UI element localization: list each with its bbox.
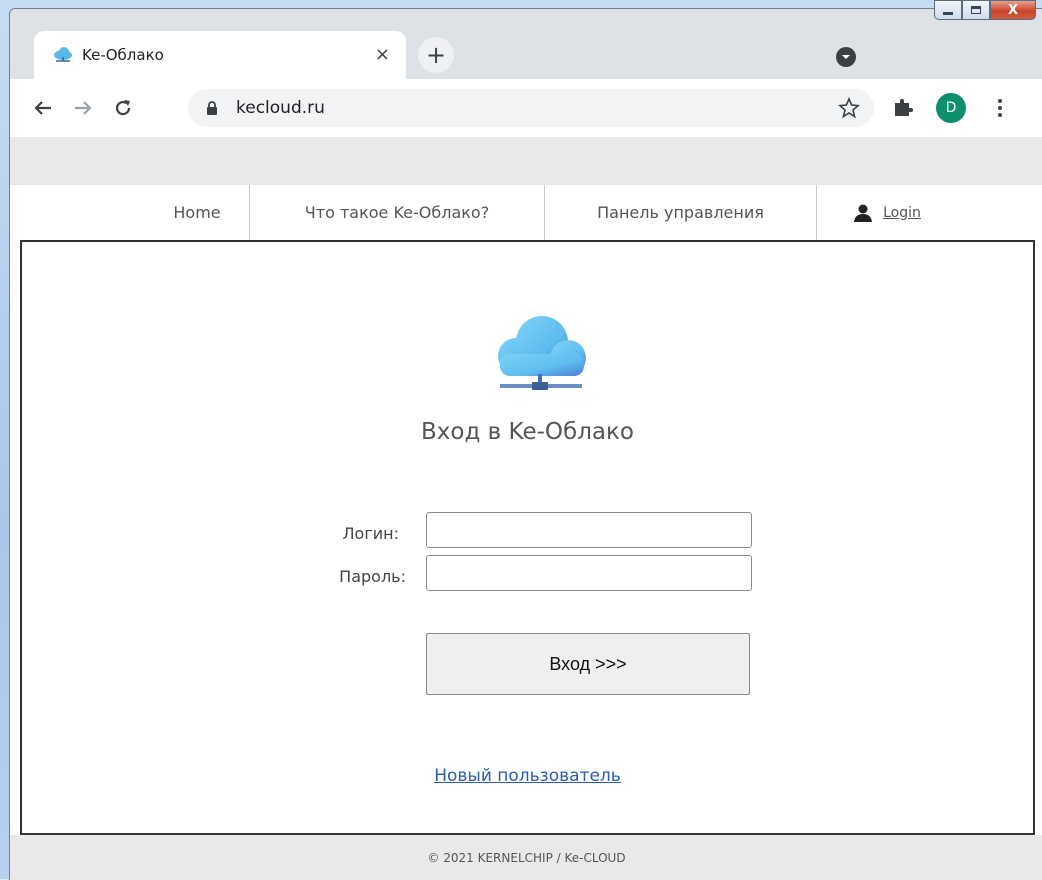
reload-icon[interactable]	[108, 93, 138, 123]
tab-search-icon[interactable]	[836, 47, 856, 67]
page-viewport: Home Что такое Ke-Облако? Панель управле…	[10, 137, 1042, 880]
password-label: Пароль:	[339, 567, 406, 586]
cloud-favicon-icon	[54, 47, 72, 62]
nav-what-is-ke-cloud[interactable]: Что такое Ke-Облако?	[250, 185, 544, 240]
login-card: Вход в Ke-Облако Логин: Пароль: Вход >>>…	[20, 240, 1035, 835]
kebab-menu-icon[interactable]	[996, 97, 1004, 119]
user-icon	[854, 204, 873, 222]
maximize-button[interactable]	[962, 0, 990, 20]
address-bar[interactable]: kecloud.ru	[188, 89, 874, 127]
login-link[interactable]: Login	[883, 205, 921, 221]
back-arrow-icon[interactable]	[28, 93, 58, 123]
close-window-button[interactable]: X	[990, 0, 1036, 20]
lock-icon[interactable]	[206, 101, 218, 115]
browser-window: Ke-Облако × + kecloud.ru D Home Что тако…	[9, 8, 1042, 880]
browser-tab[interactable]: Ke-Облако ×	[34, 31, 406, 79]
nav-login[interactable]: Login	[817, 185, 957, 240]
star-icon[interactable]	[838, 97, 860, 119]
login-submit-button[interactable]: Вход >>>	[426, 633, 750, 695]
profile-avatar[interactable]: D	[936, 93, 966, 123]
login-title: Вход в Ke-Облако	[421, 419, 634, 445]
login-input[interactable]	[426, 512, 752, 548]
puzzle-extension-icon[interactable]	[892, 97, 914, 119]
login-label: Логин:	[342, 524, 399, 543]
close-tab-icon[interactable]: ×	[375, 44, 390, 65]
tab-title: Ke-Облако	[82, 46, 164, 64]
page-footer: © 2021 KERNELCHIP / Ke-CLOUD	[10, 835, 1042, 880]
new-user-link[interactable]: Новый пользователь	[22, 766, 1033, 786]
cloud-network-icon	[498, 316, 586, 390]
url-text: kecloud.ru	[236, 98, 325, 118]
forward-arrow-icon[interactable]	[68, 93, 98, 123]
new-tab-button[interactable]: +	[418, 37, 454, 73]
nav-home[interactable]: Home	[146, 185, 248, 240]
window-controls: X	[934, 0, 1036, 20]
site-navbar: Home Что такое Ke-Облако? Панель управле…	[10, 185, 1042, 240]
minimize-button[interactable]	[934, 0, 962, 20]
tab-strip: Ke-Облако × +	[10, 9, 1042, 79]
page-top-band	[10, 137, 1042, 185]
browser-toolbar: kecloud.ru D	[10, 79, 1042, 137]
nav-control-panel[interactable]: Панель управления	[545, 185, 816, 240]
password-input[interactable]	[426, 555, 752, 591]
